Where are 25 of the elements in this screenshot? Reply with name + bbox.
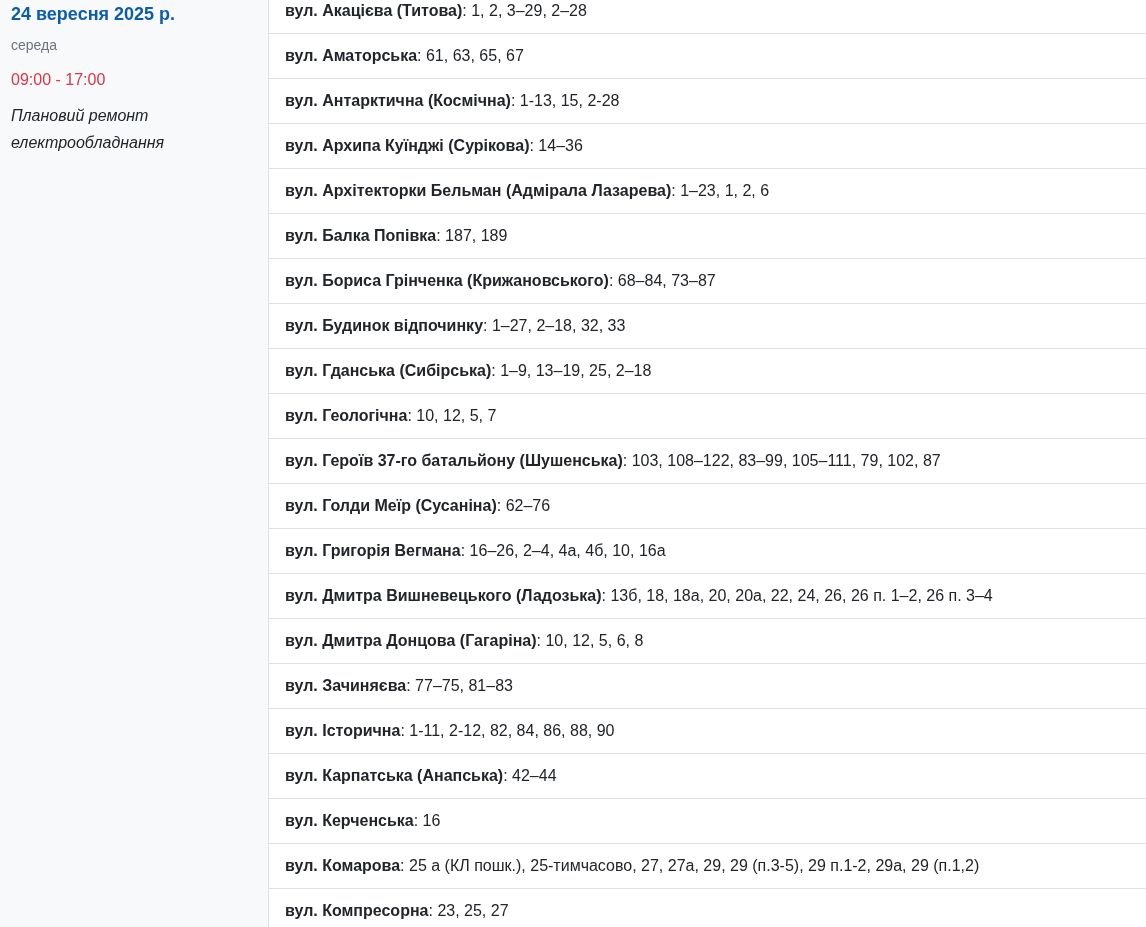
- street-address: вул. Архипа Куїнджі (Сурікова): 14–36: [285, 137, 583, 154]
- street-address: вул. Компресорна: 23, 25, 27: [285, 902, 509, 919]
- street-address: вул. Керченська: 16: [285, 812, 441, 829]
- street-address: вул. Дмитра Вишневецького (Ладозька): 13б, 18, 18а, 20, 20а, 22, 24, 26, 26 п. 1–2, 26 п. 3–4: [285, 587, 993, 604]
- street-address: вул. Дмитра Донцова (Гагаріна): 10, 12, 5, 6, 8: [285, 632, 644, 649]
- street-address: вул. Геологічна: 10, 12, 5, 7: [285, 407, 497, 424]
- street-address: вул. Комарова: 25 а (КЛ пошк.), 25-тимчасово, 27, 27а, 29, 29 (п.3-5), 29 п.1-2, 29а, 29 (п.1,2): [285, 857, 980, 874]
- street-address: вул. Зачиняєва: 77–75, 81–83: [285, 677, 513, 694]
- outage-time: 09:00 - 17:00: [11, 70, 107, 90]
- street-address: вул. Акацієва (Титова): 1, 2, 3–29, 2–28: [285, 2, 587, 19]
- street-address: вул. Бориса Грінченка (Крижановського): 68–84, 73–87: [285, 272, 716, 289]
- street-address: вул. Архітекторки Бельман (Адмірала Лазарева): 1–23, 1, 2, 6: [285, 182, 770, 199]
- street-address: вул. Будинок відпочинку: 1–27, 2–18, 32, 33: [285, 317, 626, 334]
- outage-date: 24 вересня 2025 р.: [11, 3, 177, 26]
- street-address: вул. Голди Меїр (Сусаніна): 62–76: [285, 497, 551, 514]
- street-address: вул. Карпатська (Анапська): 42–44: [285, 767, 557, 784]
- street-address: вул. Аматорська: 61, 63, 65, 67: [285, 47, 524, 64]
- street-address: вул. Антарктична (Космічна): 1-13, 15, 2-28: [285, 92, 620, 109]
- street-address: вул. Гданська (Сибірська): 1–9, 13–19, 25, 2–18: [285, 362, 652, 379]
- street-address: вул. Балка Попівка: 187, 189: [285, 227, 508, 244]
- street-address: вул. Григорія Вегмана: 16–26, 2–4, 4а, 4б, 10, 16а: [285, 542, 666, 559]
- street-address: вул. Героїв 37-го батальйону (Шушенська): 103, 108–122, 83–99, 105–111, 79, 102, 87: [285, 452, 941, 469]
- weekday: середа: [11, 36, 58, 55]
- outage-reason: Плановий ремонт електрообладнання: [11, 106, 166, 153]
- street-address: вул. Історична: 1-11, 2-12, 82, 84, 86, 88, 90: [285, 722, 615, 739]
